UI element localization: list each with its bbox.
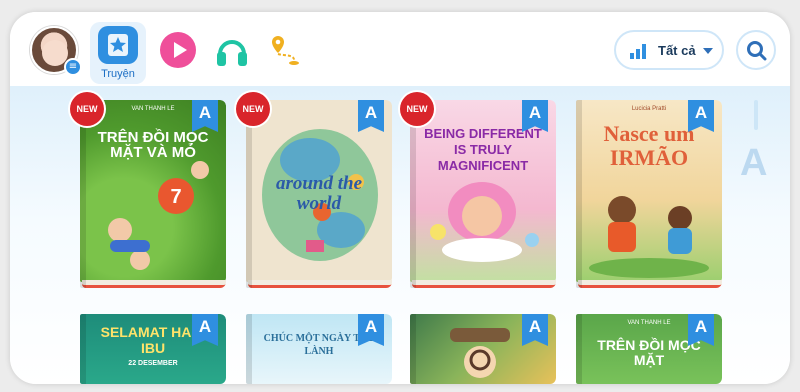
book-spine — [410, 314, 416, 384]
new-badge: NEW — [400, 92, 434, 126]
book-card[interactable]: BEING DIFFERENT IS TRULY MAGNIFICENT A — [410, 100, 556, 288]
book-card[interactable]: Lucicia Pratti Nasce um IRMÃO A — [576, 100, 722, 288]
menu-badge-icon[interactable]: ≡ — [64, 58, 82, 76]
avatar[interactable]: ≡ — [30, 26, 82, 76]
book-spine — [80, 314, 86, 384]
book-card[interactable]: VAN THANH LE TRÊN ĐỒI MỌC MẶT A — [576, 314, 722, 384]
tab-stories[interactable]: Truyện — [90, 22, 146, 84]
bar-chart-icon — [630, 44, 646, 59]
app-window: ≡ Truyện Tất cả A VAN THANH LE TRÊN ĐỒI … — [10, 12, 790, 384]
book-pages — [248, 280, 392, 288]
book-spine — [246, 100, 252, 288]
filter-label: Tất cả — [658, 43, 696, 58]
book-pages — [578, 280, 722, 288]
new-badge: NEW — [236, 92, 270, 126]
book-card[interactable]: SELAMAT HARI IBU 22 DESEMBER A — [80, 314, 226, 384]
book-subtitle: 22 DESEMBER — [128, 360, 178, 367]
top-navigation-bar: ≡ Truyện Tất cả — [10, 12, 790, 86]
play-icon[interactable] — [158, 30, 198, 70]
scroll-index-letter: A — [740, 142, 768, 184]
book-cover: VAN THANH LE TRÊN ĐỒI MỌC MẶT VÀ MỎ 7 — [80, 100, 226, 282]
book-card[interactable]: VAN THANH LE TRÊN ĐỒI MỌC MẶT VÀ MỎ 7 A — [80, 100, 226, 288]
book-spine — [576, 100, 582, 288]
book-title: TRÊN ĐỒI MỌC MẶT VÀ MỎ — [97, 129, 209, 161]
book-card[interactable]: around the world A — [246, 100, 392, 288]
search-button[interactable] — [736, 30, 776, 70]
level-filter-dropdown[interactable]: Tất cả — [614, 30, 724, 70]
book-pages — [82, 280, 226, 288]
search-icon — [747, 41, 767, 61]
book-title: around the world — [275, 173, 363, 214]
book-title: BEING DIFFERENT IS TRULY MAGNIFICENT — [424, 126, 542, 173]
book-spine — [246, 314, 252, 384]
tab-stories-label: Truyện — [101, 68, 135, 80]
book-cover: BEING DIFFERENT IS TRULY MAGNIFICENT — [410, 100, 556, 282]
book-card[interactable]: CHÚC MỘT NGÀY TỐT LÀNH A — [246, 314, 392, 384]
book-spine — [410, 100, 416, 288]
book-star-icon — [98, 26, 138, 64]
book-card[interactable]: A — [410, 314, 556, 384]
scrollbar[interactable] — [754, 100, 758, 130]
book-cover: around the world — [246, 100, 392, 282]
headphones-icon[interactable] — [212, 30, 252, 70]
book-cover: Lucicia Pratti Nasce um IRMÃO — [576, 100, 722, 282]
book-spine — [80, 100, 86, 288]
book-spine — [576, 314, 582, 384]
chevron-down-icon — [703, 48, 713, 54]
new-badge: NEW — [70, 92, 104, 126]
book-pages — [412, 280, 556, 288]
book-number: 7 — [170, 186, 182, 208]
map-route-icon[interactable] — [266, 30, 306, 70]
